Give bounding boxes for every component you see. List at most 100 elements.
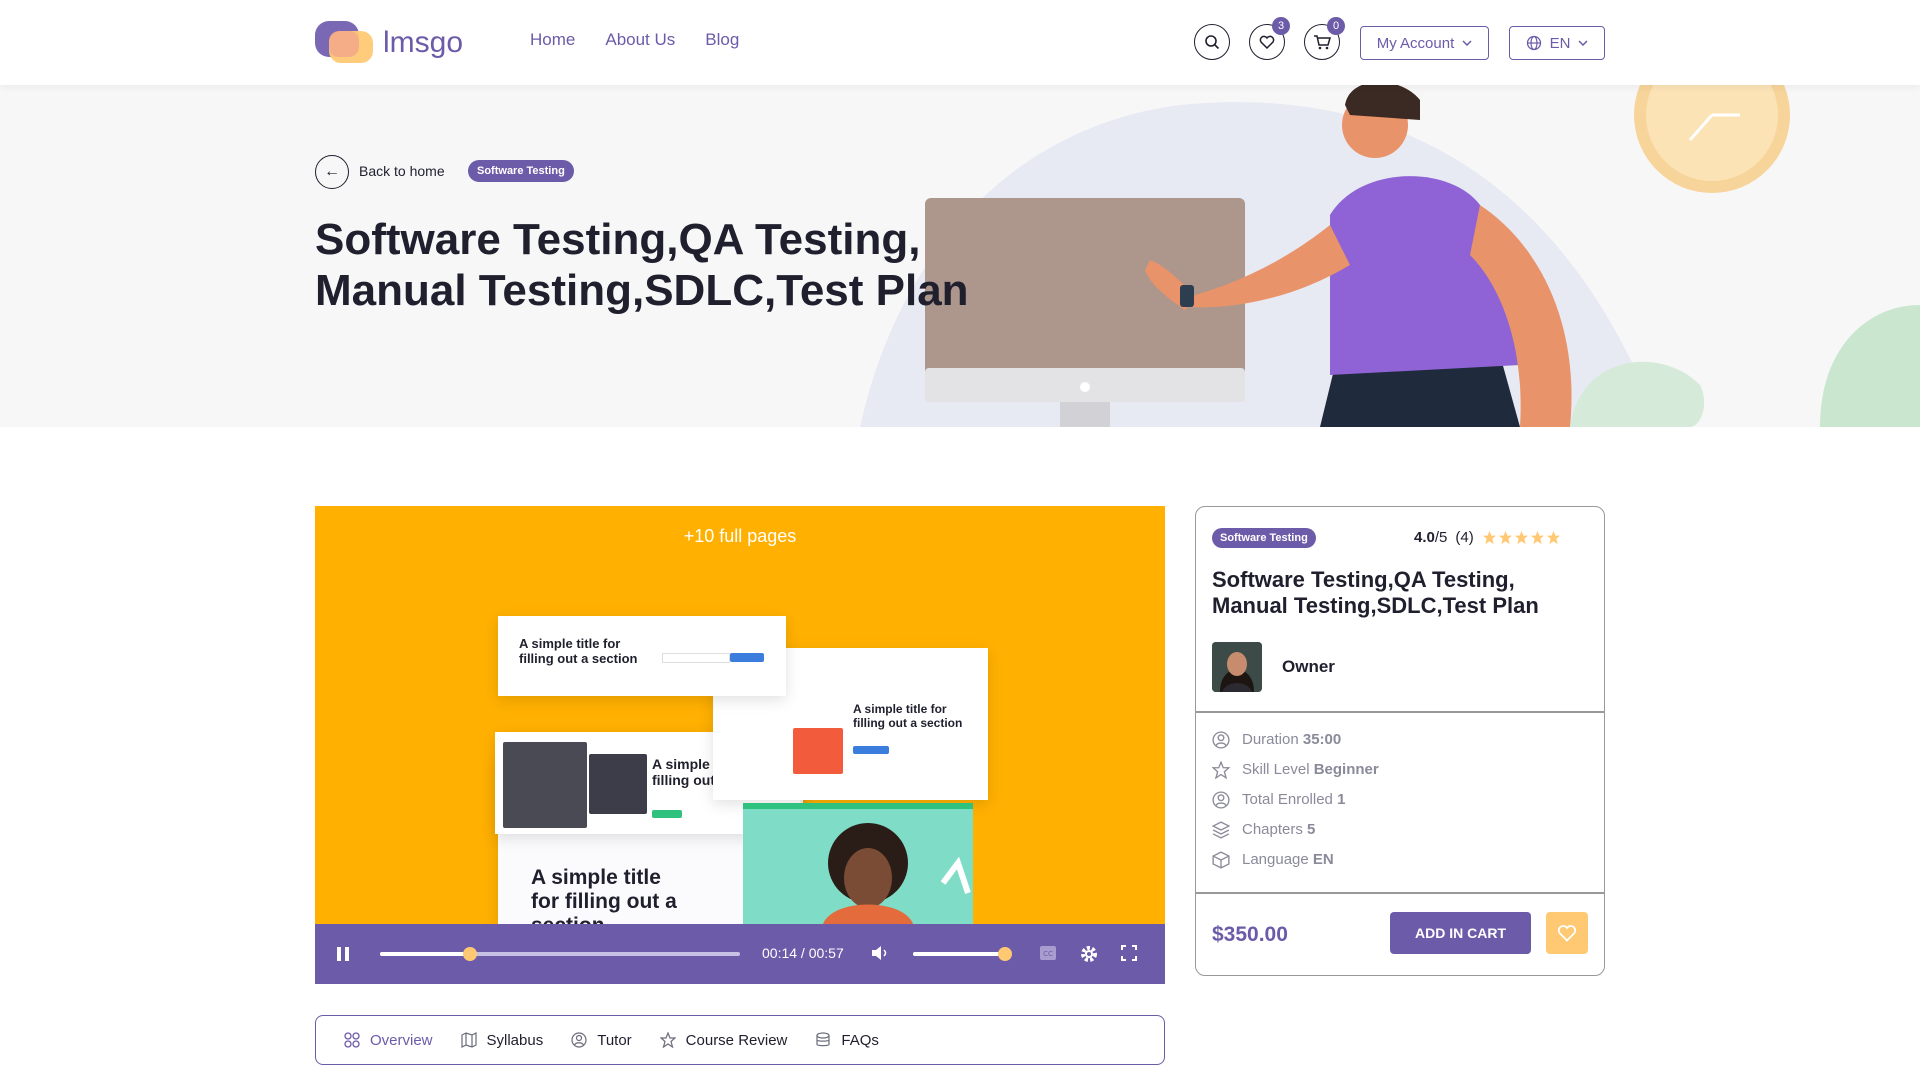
divider [1196,892,1604,894]
language-dropdown[interactable]: EN [1509,26,1605,60]
video-mock-image [743,803,973,924]
nav-home[interactable]: Home [530,30,575,50]
tab-faqs[interactable]: FAQs [815,1032,879,1049]
avatar [1212,642,1262,692]
rating-score: 4.0/5 [1414,529,1448,546]
meta-skill-level: Skill Level Beginner [1212,760,1379,779]
volume-icon [872,946,887,960]
logo[interactable]: lmsgo [315,20,475,66]
course-meta-list: Duration 35:00 Skill Level Beginner Tota… [1212,730,1379,869]
star-icon [1482,530,1496,545]
star-icon [1212,760,1230,779]
course-rating: 4.0/5 (4) [1414,529,1561,546]
grid-icon [344,1032,360,1048]
course-summary-card: Software Testing 4.0/5 (4) Software Test… [1195,506,1605,976]
chevron-down-icon [1462,40,1472,46]
tab-course-review-label: Course Review [685,1031,788,1049]
video-caption: +10 full pages [683,526,797,546]
cart-count-badge: 0 [1327,17,1345,35]
star-icon [1530,530,1544,545]
pause-icon [337,947,349,961]
owner-label: Owner [1282,657,1335,676]
fullscreen-icon [1121,945,1137,961]
star-icon [1514,530,1528,545]
category-badge[interactable]: Software Testing [468,160,574,182]
rating-stars [1482,530,1561,545]
card-course-title: Software Testing,QA Testing, Manual Test… [1212,567,1539,618]
heart-icon [1557,925,1577,942]
pause-button[interactable] [337,946,349,967]
star-icon [1546,530,1560,545]
search-button[interactable] [1194,24,1230,60]
site-header: lmsgo Home About Us Blog 3 0 My Account … [0,0,1920,85]
gear-icon [1081,946,1097,962]
meta-language: Language EN [1212,850,1379,869]
progress-bar[interactable] [380,947,740,961]
back-to-home-label[interactable]: Back to home [359,163,445,179]
meta-duration: Duration 35:00 [1212,730,1379,749]
meta-chapters: Chapters 5 [1212,820,1379,839]
database-icon [816,1032,830,1047]
volume-slider[interactable] [913,947,1012,961]
clock-user-icon [1212,730,1230,749]
tab-syllabus-label: Syllabus [486,1031,544,1049]
tab-tutor[interactable]: Tutor [571,1031,632,1049]
tab-faqs-label: FAQs [841,1031,879,1049]
arrow-left-icon: ← [324,163,340,180]
wishlist-button[interactable]: 3 [1249,17,1290,60]
cart-button[interactable]: 0 [1304,17,1345,60]
add-to-wishlist-button[interactable] [1546,912,1588,954]
nav-about-us[interactable]: About Us [605,30,675,50]
language-label: EN [1549,34,1571,52]
course-price: $350.00 [1212,923,1288,946]
fullscreen-button[interactable] [1121,945,1137,966]
wishlist-count-badge: 3 [1272,17,1290,35]
heart-icon [1259,35,1275,49]
tab-course-review[interactable]: Course Review [659,1031,788,1049]
tab-overview-label: Overview [370,1031,433,1049]
star-icon [1498,530,1512,545]
layers-icon [1212,820,1230,839]
video-mock-card: A simple title for filling out a section [498,616,786,696]
volume-fill [913,952,1005,956]
add-to-cart-button[interactable]: ADD IN CART [1390,912,1531,954]
logo-mark-icon [315,21,375,65]
search-icon [1205,35,1220,50]
video-controls: 00:14 / 00:57 CC [315,924,1165,984]
card-category-badge[interactable]: Software Testing [1212,528,1316,548]
tab-syllabus[interactable]: Syllabus [460,1031,544,1049]
video-player[interactable]: +10 full pages A simple title for fillin… [315,506,1165,984]
meta-total-enrolled: Total Enrolled 1 [1212,790,1379,809]
user-icon [571,1032,587,1048]
time-display: 00:14 / 00:57 [762,945,844,961]
captions-icon: CC [1040,946,1056,960]
progress-handle[interactable] [463,947,477,961]
star-icon [659,1032,676,1048]
my-account-dropdown[interactable]: My Account [1360,26,1489,60]
settings-button[interactable] [1080,945,1098,968]
tab-overview[interactable]: Overview [344,1032,433,1049]
volume-button[interactable] [871,945,889,966]
progress-fill [380,952,470,956]
video-mock-title: A simple title for filling out a section [519,636,638,666]
nav-blog[interactable]: Blog [705,30,739,50]
logo-text: lmsgo [383,26,464,59]
course-tabs: Overview Syllabus Tutor Course Review FA… [315,1015,1165,1065]
rating-count: (4) [1455,529,1474,546]
divider [1196,711,1604,713]
user-icon [1212,790,1230,809]
tab-tutor-label: Tutor [597,1031,632,1049]
page-title: Software Testing,QA Testing, Manual Test… [315,215,969,315]
cart-icon [1314,35,1331,50]
back-to-home-button[interactable]: ← [315,155,349,189]
map-icon [460,1032,477,1048]
chevron-down-icon [1578,40,1588,46]
globe-icon [1526,35,1541,51]
box-icon [1212,850,1230,869]
volume-handle[interactable] [998,947,1012,961]
video-mock-title: A simple title for filling out a section [853,702,963,730]
svg-text:CC: CC [1043,950,1053,958]
captions-button[interactable]: CC [1040,946,1056,965]
main-nav: Home About Us Blog [530,30,739,50]
my-account-label: My Account [1376,34,1455,52]
